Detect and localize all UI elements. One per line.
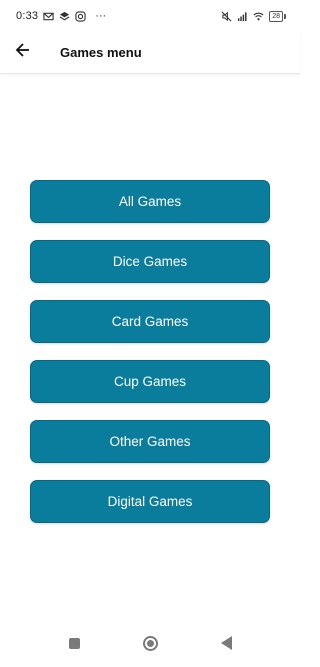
battery-icon: 28 bbox=[269, 10, 286, 22]
card-games-button[interactable]: Card Games bbox=[30, 300, 270, 343]
arrow-left-icon bbox=[15, 42, 31, 63]
app-bar: Games menu bbox=[0, 32, 300, 74]
instagram-icon bbox=[75, 10, 86, 22]
system-nav-bar bbox=[0, 619, 300, 667]
status-left: 0:33 ··· bbox=[16, 10, 106, 22]
more-dots-icon: ··· bbox=[95, 10, 107, 22]
recents-square-icon bbox=[68, 637, 80, 649]
status-right: 28 bbox=[221, 10, 286, 22]
dice-games-button[interactable]: Dice Games bbox=[30, 240, 270, 283]
back-button[interactable] bbox=[0, 32, 46, 74]
battery-tip bbox=[284, 13, 286, 19]
all-games-button[interactable]: All Games bbox=[30, 180, 270, 223]
home-circle-icon bbox=[142, 635, 158, 651]
page-title: Games menu bbox=[60, 45, 142, 60]
digital-games-button[interactable]: Digital Games bbox=[30, 480, 270, 523]
back-triangle-icon bbox=[220, 636, 232, 650]
wifi-icon bbox=[253, 11, 264, 22]
home-button[interactable] bbox=[138, 631, 162, 655]
games-menu-screen: 0:33 ··· 28 Games menu All Games Dice Ga… bbox=[0, 0, 300, 667]
cup-games-button[interactable]: Cup Games bbox=[30, 360, 270, 403]
mute-icon bbox=[221, 11, 232, 22]
recents-button[interactable] bbox=[62, 631, 86, 655]
other-games-button[interactable]: Other Games bbox=[30, 420, 270, 463]
mail-icon bbox=[43, 11, 54, 22]
games-menu-list: All Games Dice Games Card Games Cup Game… bbox=[30, 180, 270, 523]
status-time: 0:33 bbox=[16, 10, 39, 22]
battery-level: 28 bbox=[269, 10, 283, 22]
signal-icon bbox=[237, 11, 248, 22]
system-back-button[interactable] bbox=[214, 631, 238, 655]
layers-icon bbox=[59, 11, 70, 22]
status-bar: 0:33 ··· 28 bbox=[0, 0, 300, 32]
